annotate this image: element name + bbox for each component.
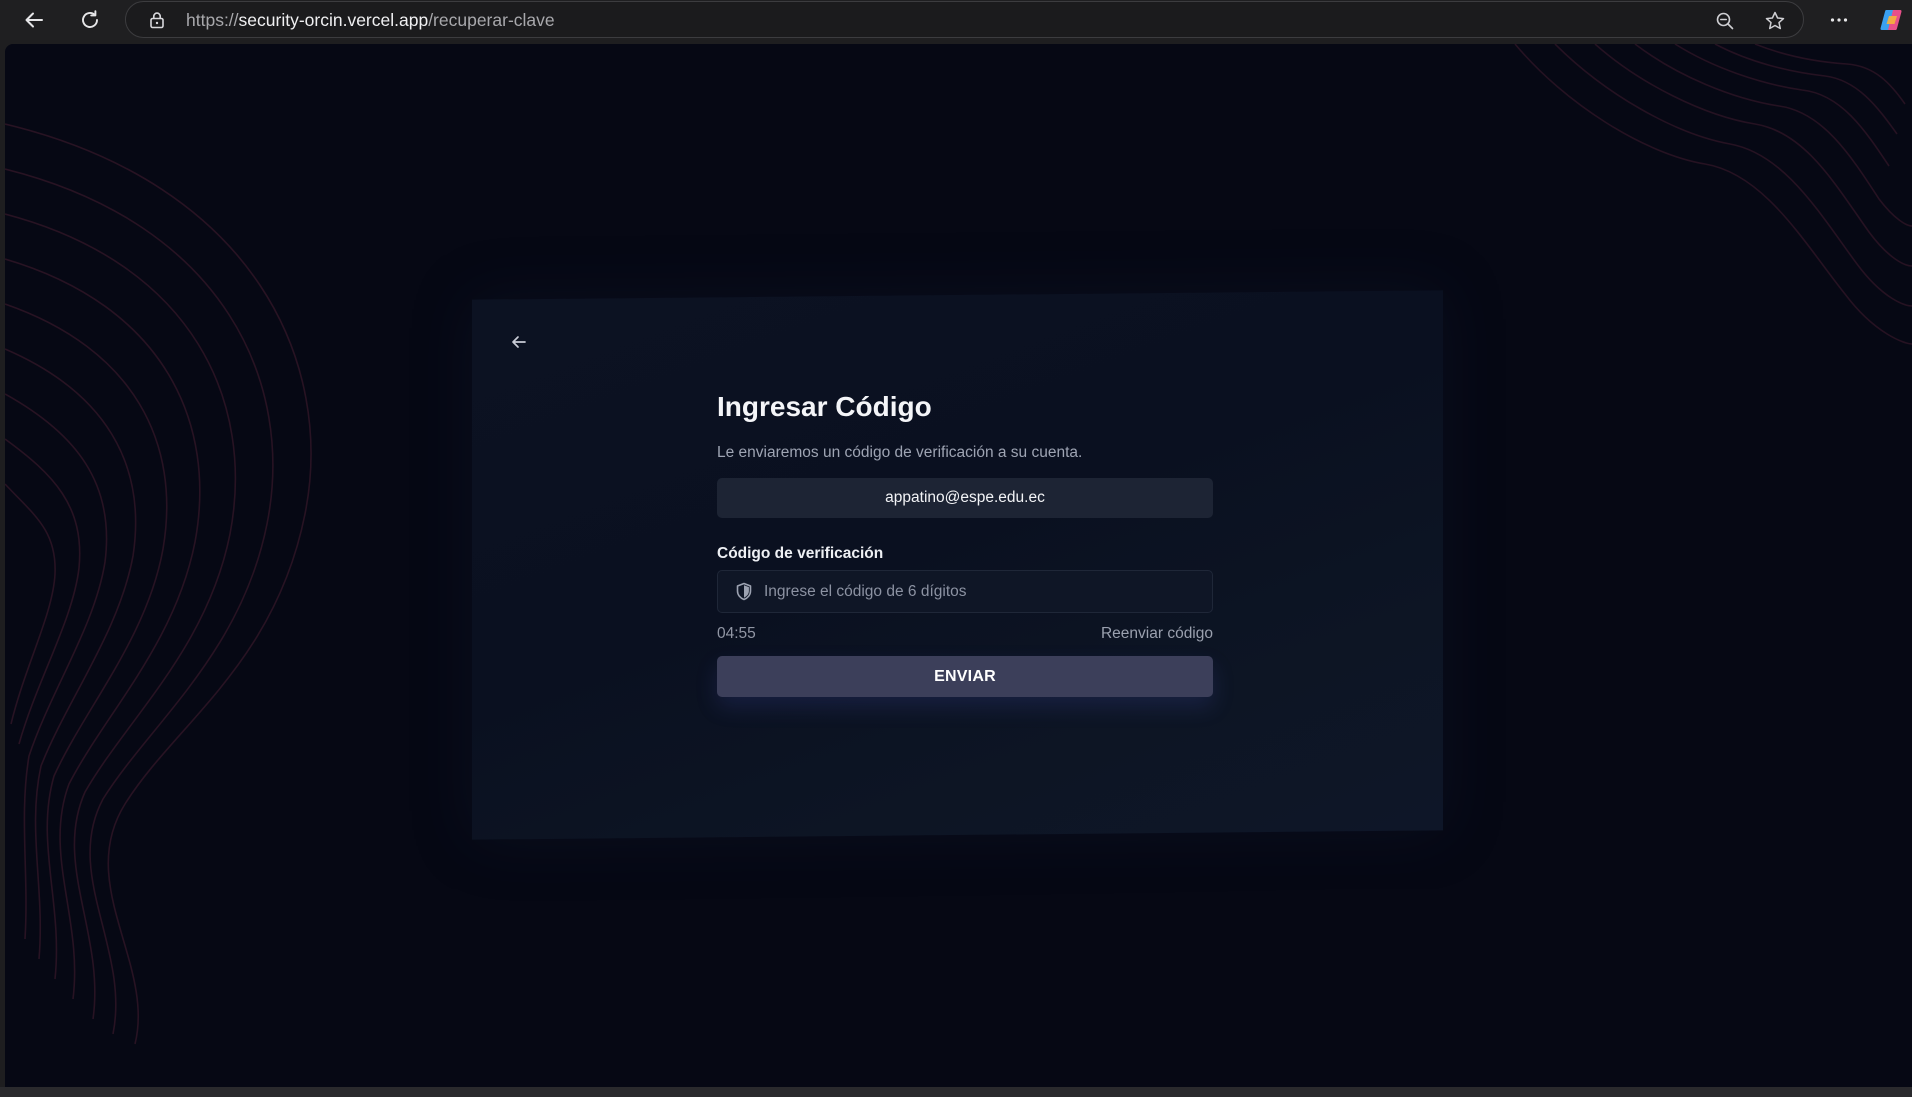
back-button[interactable] (505, 328, 533, 356)
code-input[interactable] (762, 571, 1202, 612)
email-display: appatino@espe.edu.ec (717, 478, 1213, 518)
more-icon (1830, 18, 1848, 22)
lock-icon[interactable] (148, 11, 166, 29)
url-path: /recuperar-clave (428, 10, 555, 30)
code-field-label: Código de verificación (717, 545, 884, 562)
zoom-out-icon (1716, 12, 1734, 30)
star-icon (1765, 11, 1785, 30)
url-scheme: https:// (186, 10, 239, 30)
back-icon (25, 12, 43, 28)
browser-back-button[interactable] (17, 4, 51, 36)
refresh-icon (82, 10, 98, 28)
shield-icon (736, 582, 752, 601)
verification-card: Ingresar Código Le enviaremos un código … (472, 290, 1443, 840)
favorite-button[interactable] (1762, 8, 1788, 34)
copilot-icon (1880, 10, 1902, 30)
arrow-left-icon (512, 336, 526, 348)
page-viewport: Ingresar Código Le enviaremos un código … (5, 44, 1912, 1087)
address-bar[interactable]: https://security-orcin.vercel.app/recupe… (125, 1, 1804, 38)
submit-button[interactable]: ENVIAR (717, 656, 1213, 697)
browser-refresh-button[interactable] (73, 4, 107, 36)
page-subtitle: Le enviaremos un código de verificación … (717, 444, 1083, 461)
copilot-button[interactable] (1874, 4, 1908, 36)
url-text[interactable]: https://security-orcin.vercel.app/recupe… (186, 10, 555, 31)
browser-toolbar: https://security-orcin.vercel.app/recupe… (0, 0, 1912, 40)
browser-menu-button[interactable] (1822, 4, 1856, 36)
code-field[interactable] (717, 570, 1213, 613)
resend-code-link[interactable]: Reenviar código (1101, 625, 1213, 643)
page-title: Ingresar Código (717, 391, 932, 422)
url-host: security-orcin.vercel.app (238, 10, 429, 30)
zoom-out-button[interactable] (1712, 8, 1738, 34)
window-bottom-edge (0, 1087, 1912, 1097)
countdown-timer: 04:55 (717, 625, 756, 642)
